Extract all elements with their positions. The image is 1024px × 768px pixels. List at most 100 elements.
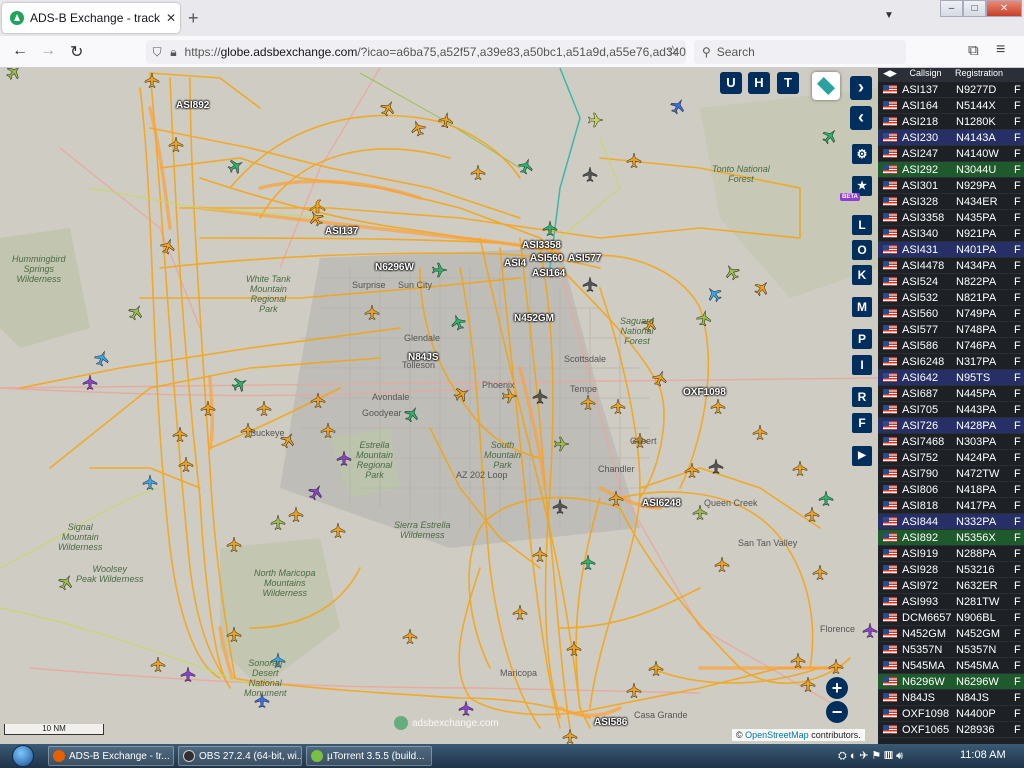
browser-tab[interactable]: ADS-B Exchange - track aircraft ✕ <box>2 3 180 33</box>
aircraft-callsign-label[interactable]: ASI586 <box>594 717 627 728</box>
extensions-icon[interactable]: ⧉ <box>968 42 979 59</box>
url-bar[interactable]: ⛉ 🔒︎ https://globe.adsbexchange.com/?ica… <box>146 40 686 64</box>
aircraft-list-row[interactable]: N6296W N6296W F <box>878 674 1024 690</box>
aircraft-callsign-label[interactable]: ASI560 <box>530 253 563 264</box>
maximize-button[interactable]: □ <box>963 0 987 17</box>
side-control-l-button[interactable]: L <box>852 215 872 235</box>
aircraft-list-row[interactable]: ASI4478 N434PA F <box>878 258 1024 274</box>
aircraft-list-row[interactable]: N452GM N452GM F <box>878 626 1024 642</box>
side-control-p-button[interactable]: P <box>852 329 872 349</box>
side-control-m-button[interactable]: M <box>852 297 872 317</box>
aircraft-callsign-label[interactable]: ASI3358 <box>522 240 561 251</box>
side-control-r-button[interactable]: R <box>852 387 872 407</box>
aircraft-list-row[interactable]: ASI6248 N317PA F <box>878 354 1024 370</box>
system-tray[interactable]: ⛭ ◐ ✈ ⚑ ▥ 🔊︎ <box>838 749 903 763</box>
callsign-column-header[interactable]: Callsign <box>902 68 949 82</box>
aircraft-list-row[interactable]: ASI328 N434ER F <box>878 194 1024 210</box>
aircraft-list-row[interactable]: ASI844 N332PA F <box>878 514 1024 530</box>
list-tabs-icon[interactable]: ▼ <box>884 10 894 21</box>
side-control-f-button[interactable]: F <box>852 413 872 433</box>
aircraft-list-row[interactable]: DCM6657 N906BL F <box>878 610 1024 626</box>
bookmark-star-icon[interactable]: ☆ <box>666 42 679 60</box>
aircraft-list-row[interactable]: ASI687 N445PA F <box>878 386 1024 402</box>
aircraft-callsign-label[interactable]: ASI892 <box>176 100 209 111</box>
aircraft-callsign-label[interactable]: OXF1098 <box>683 387 726 398</box>
expand-panel-icon[interactable]: › <box>850 76 872 100</box>
aircraft-list-row[interactable]: ASI137 N9277D F <box>878 82 1024 98</box>
aircraft-callsign-label[interactable]: N452GM <box>514 313 554 324</box>
aircraft-list-row[interactable]: ASI892 N5356X F <box>878 530 1024 546</box>
close-window-button[interactable]: ✕ <box>986 0 1022 17</box>
aircraft-list-row[interactable]: N84JS N84JS F <box>878 690 1024 706</box>
aircraft-list-row[interactable]: ASI3358 N435PA F <box>878 210 1024 226</box>
back-arrow-icon[interactable]: ← <box>12 42 28 60</box>
map-view[interactable]: Tonto National Forest Hummingbird Springs W… <box>0 68 878 744</box>
aircraft-list-row[interactable]: ASI928 N53216 F <box>878 562 1024 578</box>
aircraft-list-row[interactable]: ASI7468 N303PA F <box>878 434 1024 450</box>
taskbar-button-firefox[interactable]: ADS-B Exchange - tr... <box>48 746 174 766</box>
aircraft-list-row[interactable]: ASI532 N821PA F <box>878 290 1024 306</box>
close-tab-icon[interactable]: ✕ <box>162 11 180 25</box>
layers-button[interactable] <box>812 72 840 100</box>
aircraft-list-row[interactable]: ASI586 N746PA F <box>878 338 1024 354</box>
aircraft-list-row[interactable]: OXF1098 N4400P F <box>878 706 1024 722</box>
aircraft-list-row[interactable]: ASI218 N1280K F <box>878 114 1024 130</box>
replay-play-icon[interactable]: ▶ <box>852 446 872 466</box>
aircraft-callsign-label[interactable]: ASI4 <box>504 258 526 269</box>
aircraft-list-row[interactable]: ASI752 N424PA F <box>878 450 1024 466</box>
aircraft-list-row[interactable]: ASI919 N288PA F <box>878 546 1024 562</box>
ui-toggle-u-button[interactable]: U <box>720 72 742 94</box>
zoom-out-button[interactable]: − <box>826 701 848 723</box>
aircraft-list-row[interactable]: ASI806 N418PA F <box>878 482 1024 498</box>
aircraft-list-row[interactable]: ASI524 N822PA F <box>878 274 1024 290</box>
side-control-k-button[interactable]: K <box>852 265 872 285</box>
search-box[interactable]: ⚲ Search <box>694 40 906 64</box>
aircraft-list-row[interactable]: ASI790 N472TW F <box>878 466 1024 482</box>
collapse-panel-icon[interactable]: ‹ <box>850 106 872 130</box>
aircraft-list-row[interactable]: ASI705 N443PA F <box>878 402 1024 418</box>
taskbar-button-obs[interactable]: OBS 27.2.4 (64-bit, wi... <box>178 746 302 766</box>
side-control-o-button[interactable]: O <box>852 240 872 260</box>
aircraft-list-row[interactable]: ASI972 N632ER F <box>878 578 1024 594</box>
aircraft-list-row[interactable]: N545MA N545MA F <box>878 658 1024 674</box>
registration-column-header[interactable]: Registration <box>949 68 1009 82</box>
lock-icon[interactable]: 🔒︎ <box>168 45 178 60</box>
zoom-in-button[interactable]: + <box>826 677 848 699</box>
tracking-shield-icon[interactable]: ⛉ <box>152 45 162 60</box>
aircraft-list-row[interactable]: ASI292 N3044U F <box>878 162 1024 178</box>
aircraft-callsign-label[interactable]: ASI164 <box>532 268 565 279</box>
aircraft-callsign-label[interactable]: ASI137 <box>325 226 358 237</box>
aircraft-callsign-label[interactable]: ASI6248 <box>642 498 681 509</box>
aircraft-list-row[interactable]: ASI230 N4143A F <box>878 130 1024 146</box>
aircraft-list-row[interactable]: ASI560 N749PA F <box>878 306 1024 322</box>
aircraft-list-row[interactable]: ASI726 N428PA F <box>878 418 1024 434</box>
aircraft-list-row[interactable]: N5357N N5357N F <box>878 642 1024 658</box>
aircraft-list-row[interactable]: ASI247 N4140W F <box>878 146 1024 162</box>
row-callsign: ASI340 <box>902 227 939 240</box>
aircraft-list-row[interactable]: ASI818 N417PA F <box>878 498 1024 514</box>
aircraft-list-row[interactable]: ASI577 N748PA F <box>878 322 1024 338</box>
aircraft-list-row[interactable]: ASI431 N401PA F <box>878 242 1024 258</box>
aircraft-list-row[interactable]: ASI993 N281TW F <box>878 594 1024 610</box>
ui-toggle-h-button[interactable]: H <box>748 72 770 94</box>
taskbar-button-utorrent[interactable]: µTorrent 3.5.5 (build... <box>306 746 432 766</box>
side-control-i-button[interactable]: I <box>852 355 872 375</box>
hamburger-menu-icon[interactable]: ≡ <box>996 41 1005 59</box>
aircraft-list-row[interactable]: OXF1065 N28936 F <box>878 722 1024 738</box>
start-button[interactable] <box>4 744 42 768</box>
aircraft-callsign-label[interactable]: N84JS <box>408 352 439 363</box>
osm-link[interactable]: OpenStreetMap <box>745 730 809 740</box>
settings-gear-icon[interactable]: ⚙ <box>852 144 872 164</box>
aircraft-list-row[interactable]: ASI164 N5144X F <box>878 98 1024 114</box>
aircraft-list-row[interactable]: ASI301 N929PA F <box>878 178 1024 194</box>
aircraft-list-row[interactable]: ASI642 N95TS F <box>878 370 1024 386</box>
new-tab-button[interactable]: + <box>188 8 199 29</box>
minimize-button[interactable]: – <box>940 0 964 17</box>
ui-toggle-t-button[interactable]: T <box>777 72 799 94</box>
aircraft-callsign-label[interactable]: N6296W <box>375 262 414 273</box>
aircraft-list-row[interactable]: ASI340 N921PA F <box>878 226 1024 242</box>
forward-arrow-icon[interactable]: → <box>40 42 56 60</box>
aircraft-callsign-label[interactable]: ASI577 <box>568 253 601 264</box>
reload-icon[interactable]: ↻ <box>70 42 83 62</box>
panel-toggle-icon[interactable]: ◀▶ <box>878 68 902 82</box>
